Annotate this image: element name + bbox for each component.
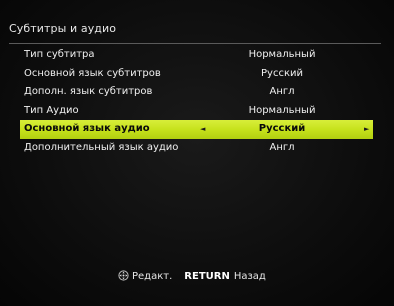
settings-list: Тип субтитра Нормальный Основной язык су… [20, 46, 373, 157]
setting-value: Англ [269, 86, 295, 97]
edit-hint-label: Редакт. [132, 271, 173, 282]
footer-hints: Редакт. RETURN Назад [118, 270, 266, 284]
setting-label: Дополнительный язык аудио [24, 141, 179, 153]
title-divider [9, 43, 381, 44]
setting-label: Тип Аудио [24, 104, 79, 116]
setting-value: Нормальный [248, 49, 316, 60]
return-key-label[interactable]: RETURN [184, 270, 230, 284]
dpad-icon [118, 270, 129, 281]
setting-value: Англ [269, 141, 295, 153]
arrow-right-icon[interactable]: ► [364, 120, 369, 139]
setting-value: Русский [258, 123, 306, 134]
setting-row-secondary-audio-language[interactable]: Дополнительный язык аудио Англ [20, 139, 373, 158]
setting-value: Нормальный [248, 104, 316, 116]
setting-row-secondary-subtitle-language[interactable]: Дополн. язык субтитров Англ [20, 83, 373, 102]
tv-menu-screen: Субтитры и аудио Тип субтитра Нормальный… [0, 0, 394, 306]
setting-label: Дополн. язык субтитров [24, 86, 153, 97]
menu-title: Субтитры и аудио [9, 22, 117, 35]
setting-label: Основной язык субтитров [24, 67, 161, 79]
setting-value: Русский [261, 67, 303, 79]
setting-row-subtitle-type[interactable]: Тип субтитра Нормальный [20, 46, 373, 65]
arrow-left-icon[interactable]: ◄ [200, 120, 205, 139]
setting-row-audio-type[interactable]: Тип Аудио Нормальный [20, 102, 373, 121]
setting-label: Тип субтитра [24, 49, 95, 60]
setting-row-primary-subtitle-language[interactable]: Основной язык субтитров Русский [20, 65, 373, 84]
setting-row-primary-audio-language[interactable]: Основной язык аудио ◄ Русский ► [20, 120, 373, 139]
setting-label: Основной язык аудио [24, 123, 150, 134]
back-hint-label: Назад [233, 271, 266, 282]
